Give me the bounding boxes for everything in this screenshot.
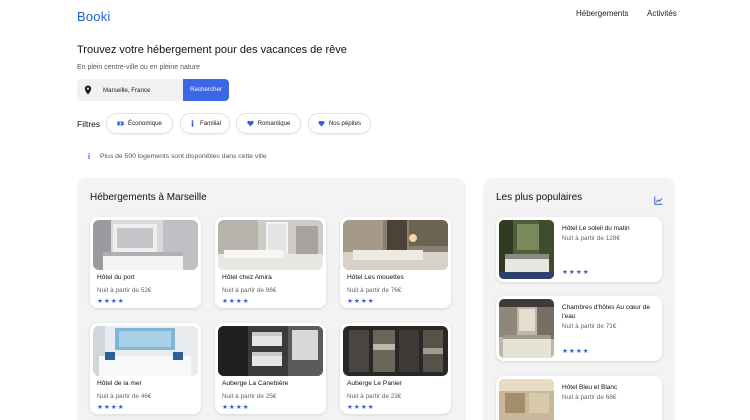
listing-price: Nuit à partir de 46€ bbox=[97, 393, 152, 400]
listing-price: Nuit à partir de 52€ bbox=[97, 287, 152, 294]
popular-price: Nuit à partir de 128€ bbox=[562, 235, 620, 242]
rating-stars: ★★★★ bbox=[347, 298, 375, 305]
search-bar: Rechercher bbox=[77, 79, 229, 101]
info-icon: i bbox=[87, 152, 91, 161]
filter-familial-chip[interactable]: Familial bbox=[180, 113, 230, 134]
hotel-photo bbox=[343, 220, 448, 270]
hotel-photo bbox=[93, 326, 198, 376]
child-icon bbox=[189, 120, 196, 127]
filter-label: Nos pépites bbox=[328, 120, 362, 127]
hotel-photo bbox=[499, 379, 554, 420]
popular-card[interactable]: Chambres d'hôtes Au cœur de l'eau Nuit à… bbox=[496, 296, 662, 361]
location-pin-icon bbox=[83, 85, 93, 95]
heart-icon bbox=[246, 120, 254, 127]
hotel-photo bbox=[343, 326, 448, 376]
popular-name: Chambres d'hôtes Au cœur de l'eau bbox=[562, 304, 650, 320]
listing-card[interactable]: Hôtel de la mer Nuit à partir de 46€ ★★★… bbox=[90, 323, 201, 414]
rating-stars: ★★★★ bbox=[222, 298, 250, 305]
popular-price: Nuit à partir de 68€ bbox=[562, 394, 617, 401]
filter-label: Romantique bbox=[257, 120, 291, 127]
listing-card[interactable]: Auberge Le Panier Nuit à partir de 23€ ★… bbox=[340, 323, 451, 414]
hotel-photo bbox=[499, 220, 554, 279]
hotel-photo bbox=[93, 220, 198, 270]
listing-name: Hôtel de la mer bbox=[97, 380, 142, 387]
rating-stars: ★★★★ bbox=[562, 269, 590, 276]
header: Booki Hébergements Activités bbox=[0, 0, 750, 34]
listing-name: Hôtel Les mouettes bbox=[347, 274, 404, 281]
listing-name: Hôtel chez Amira bbox=[222, 274, 272, 281]
money-icon bbox=[117, 120, 124, 127]
gem-icon bbox=[318, 120, 325, 127]
info-message: i Plus de 500 logements sont disponibles… bbox=[86, 152, 267, 161]
hotel-photo bbox=[218, 326, 323, 376]
search-input[interactable] bbox=[95, 79, 183, 101]
popular-title: Les plus populaires bbox=[496, 192, 583, 203]
listing-card[interactable]: Hôtel Les mouettes Nuit à partir de 76€ … bbox=[340, 217, 451, 308]
rating-stars: ★★★★ bbox=[97, 298, 125, 305]
listing-price: Nuit à partir de 25€ bbox=[222, 393, 277, 400]
page-title: Trouvez votre hébergement pour des vacan… bbox=[77, 44, 347, 56]
listing-card[interactable]: Auberge La Canebière Nuit à partir de 25… bbox=[215, 323, 326, 414]
listings-title: Hébergements à Marseille bbox=[90, 192, 207, 203]
listing-price: Nuit à partir de 23€ bbox=[347, 393, 402, 400]
listing-name: Auberge La Canebière bbox=[222, 380, 289, 387]
nav-hebergements[interactable]: Hébergements bbox=[576, 9, 628, 18]
filter-label: Familial bbox=[200, 120, 221, 127]
popular-name: Hôtel Le soleil du matin bbox=[562, 225, 630, 232]
popular-price: Nuit à partir de 71€ bbox=[562, 323, 617, 330]
rating-stars: ★★★★ bbox=[562, 348, 590, 355]
listing-name: Auberge Le Panier bbox=[347, 380, 402, 387]
listing-price: Nuit à partir de 76€ bbox=[347, 287, 402, 294]
filter-pepites-chip[interactable]: Nos pépites bbox=[308, 113, 371, 134]
listing-price: Nuit à partir de 96€ bbox=[222, 287, 277, 294]
popular-name: Hôtel Bleu et Blanc bbox=[562, 384, 618, 391]
logo[interactable]: Booki bbox=[77, 9, 111, 24]
page-subtitle: En plein centre-ville ou en pleine natur… bbox=[77, 64, 200, 71]
listing-card[interactable]: Hôtel chez Amira Nuit à partir de 96€ ★★… bbox=[215, 217, 326, 308]
search-button[interactable]: Rechercher bbox=[183, 79, 229, 101]
filter-economique-chip[interactable]: Économique bbox=[106, 113, 173, 134]
hotel-photo bbox=[218, 220, 323, 270]
rating-stars: ★★★★ bbox=[347, 404, 375, 411]
hotel-photo bbox=[499, 299, 554, 358]
nav-activites[interactable]: Activités bbox=[647, 9, 677, 18]
listing-card[interactable]: Hôtel du port Nuit à partir de 52€ ★★★★ bbox=[90, 217, 201, 308]
filter-romantique-chip[interactable]: Romantique bbox=[236, 113, 301, 134]
popular-card[interactable]: Hôtel Bleu et Blanc Nuit à partir de 68€ bbox=[496, 376, 662, 420]
info-text: Plus de 500 logements sont disponibles d… bbox=[100, 153, 267, 160]
logo-text: Booki bbox=[77, 9, 111, 24]
popular-card[interactable]: Hôtel Le soleil du matin Nuit à partir d… bbox=[496, 217, 662, 282]
listings-panel: Hébergements à Marseille Hôtel du port N… bbox=[77, 178, 466, 420]
trend-chart-icon bbox=[654, 192, 663, 205]
popular-panel: Les plus populaires Hôtel Le soleil du m… bbox=[483, 178, 675, 420]
rating-stars: ★★★★ bbox=[97, 404, 125, 411]
filter-label: Économique bbox=[128, 120, 162, 127]
listing-name: Hôtel du port bbox=[97, 274, 135, 281]
filters-label: Filtres bbox=[77, 119, 101, 129]
rating-stars: ★★★★ bbox=[222, 404, 250, 411]
